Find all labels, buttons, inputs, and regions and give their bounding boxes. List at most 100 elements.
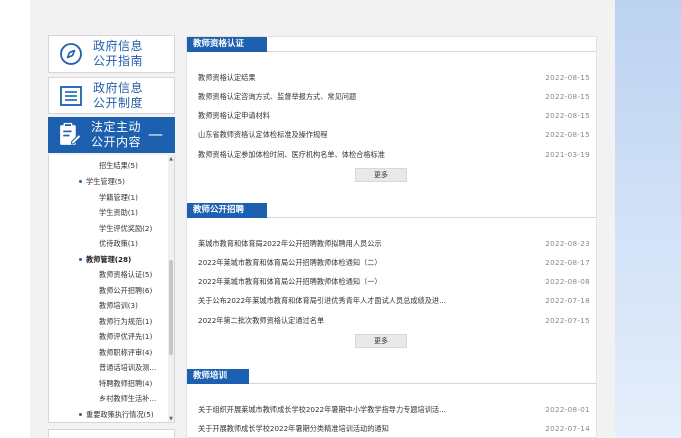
item-date: 2022-08-15 [545, 73, 590, 82]
sidebar-item-label: 法定主动 公开内容 [91, 120, 141, 150]
tree-item-label: 招生结果(5) [99, 161, 138, 170]
item-title-link[interactable]: 关于组织开展莱城市教师成长学校2022年暑期中小学教学指导力专题培训活... [198, 404, 508, 415]
tree-item[interactable]: 教师行为规范(1) [99, 317, 152, 327]
main-content: 教师资格认证 教师资格认定结果 2022-08-15 教师资格认定咨询方式、监督举… [186, 36, 597, 438]
item-date: 2022-07-15 [545, 316, 590, 325]
tree-item-label: 学籍管理(1) [99, 193, 138, 202]
section-header: 教师培训 [187, 369, 596, 384]
item-date: 2022-07-14 [545, 424, 590, 433]
tree-item-label: 普通话培训及测... [99, 363, 157, 372]
list-item[interactable]: 关于公布2022年莱城市教育和体育局引进优秀青年人才面试人员总成绩及进... 20… [198, 295, 590, 306]
sidebar-label-line2: 公开指南 [93, 54, 144, 68]
tree-item-label: 教师职称评审(4) [99, 348, 153, 357]
item-date: 2022-08-23 [545, 239, 590, 248]
sidebar-label-line1: 法定主动 [91, 120, 142, 134]
list-item[interactable]: 教师资格认定咨询方式、监督举报方式、常见问题 2022-08-15 [198, 91, 590, 102]
tree-item[interactable]: 特聘教师招聘(4) [99, 379, 152, 389]
tree-item[interactable]: 教师培训(3) [99, 301, 138, 311]
sidebar-label-line2: 公开内容 [91, 135, 142, 149]
tree-item[interactable]: 招生结果(5) [99, 161, 138, 171]
tree-item[interactable]: 教师公开招聘(6) [99, 286, 152, 296]
section-title[interactable]: 教师公开招聘 [187, 203, 267, 218]
section-header: 教师资格认证 [187, 37, 596, 52]
tree-item-label: 重要政策执行情况(5) [86, 410, 154, 419]
tree-item-label: 学生管理(5) [86, 177, 125, 186]
tree-item[interactable]: 教师资格认证(5) [99, 270, 152, 280]
tree-item-label: 乡村教师生活补... [99, 394, 157, 403]
sidebar-label-line1: 政府信息 [93, 81, 144, 95]
item-date: 2022-08-17 [545, 258, 590, 267]
clipboard-edit-icon [60, 122, 82, 145]
tree-item[interactable]: 优待政策(1) [99, 239, 138, 249]
tree-item-label: 特聘教师招聘(4) [99, 379, 153, 388]
item-title-link[interactable]: 教师资格认定结果 [198, 72, 508, 83]
scroll-up-arrow-icon[interactable]: ▲ [168, 155, 174, 163]
section-title[interactable]: 教师培训 [187, 369, 249, 384]
list-item[interactable]: 2022年第二批次教师资格认定通过名单 2022-07-15 [198, 315, 590, 326]
section-header: 教师公开招聘 [187, 203, 596, 218]
collapse-toggle[interactable]: — [148, 125, 163, 143]
list-item[interactable]: 山东省教师资格认定体检标准及操作规程 2022-08-15 [198, 129, 590, 140]
scrollbar-thumb[interactable] [169, 260, 173, 355]
more-button[interactable]: 更多 [355, 168, 407, 182]
item-date: 2022-08-08 [545, 277, 590, 286]
tree-item[interactable]: 学生评优奖励(2) [99, 224, 152, 234]
list-item[interactable]: 关于组织开展莱城市教师成长学校2022年暑期中小学教学指导力专题培训活... 20… [198, 404, 590, 415]
page-margin-left [0, 0, 30, 438]
tree-item[interactable]: 教师评优评先(1) [99, 332, 152, 342]
tree-item[interactable]: 乡村教师生活补... [99, 394, 156, 404]
tree-item-label: 教师公开招聘(6) [99, 286, 153, 295]
tree-item-label: 教师评优评先(1) [99, 332, 153, 341]
item-title-link[interactable]: 关于开展教师成长学校2022年暑期分类精准培训活动的通知 [198, 423, 508, 434]
list-item[interactable]: 2022年莱城市教育和体育局公开招聘教师体检通知（一） 2022-08-08 [198, 276, 590, 287]
tree-item-expanded[interactable]: 教师管理(28) [79, 255, 131, 265]
item-title-link[interactable]: 2022年莱城市教育和体育局公开招聘教师体检通知（二） [198, 257, 508, 268]
tree-item[interactable]: 重要政策执行情况(5) [79, 410, 154, 420]
item-date: 2022-08-15 [545, 130, 590, 139]
tree-item-label: 学生评优奖励(2) [99, 224, 153, 233]
item-title-link[interactable]: 教师资格认定申请材料 [198, 110, 508, 121]
tree-item-label: 教师培训(3) [99, 301, 138, 310]
item-title-link[interactable]: 2022年莱城市教育和体育局公开招聘教师体检通知（一） [198, 276, 508, 287]
sidebar-label-line2: 公开制度 [93, 96, 144, 110]
scroll-down-arrow-icon[interactable]: ▼ [168, 415, 174, 422]
list-item[interactable]: 2022年莱城市教育和体育局公开招聘教师体检通知（二） 2022-08-17 [198, 257, 590, 268]
tree-item-label: 学生资助(1) [99, 208, 138, 217]
item-title-link[interactable]: 山东省教师资格认定体检标准及操作规程 [198, 129, 508, 140]
list-item[interactable]: 教师资格认定结果 2022-08-15 [198, 72, 590, 83]
page-background-right [615, 0, 681, 438]
tree-item[interactable]: 教师职称评审(4) [99, 348, 152, 358]
item-title-link[interactable]: 莱城市教育和体育局2022年公开招聘教师拟聘用人员公示 [198, 238, 508, 249]
tree-item[interactable]: 学生管理(5) [79, 177, 125, 187]
item-title-link[interactable]: 教师资格认定咨询方式、监督举报方式、常见问题 [198, 91, 508, 102]
sidebar-item-disclosure-system[interactable]: 政府信息 公开制度 [48, 77, 175, 114]
sidebar-item-disclosure-guide[interactable]: 政府信息 公开指南 [48, 35, 175, 73]
list-item[interactable]: 教师资格认定参加体检时间、医疗机构名单、体检合格标准 2021-03-19 [198, 149, 590, 160]
item-title-link[interactable]: 关于公布2022年莱城市教育和体育局引进优秀青年人才面试人员总成绩及进... [198, 295, 508, 306]
sidebar-tree: 招生结果(5) 学生管理(5) 学籍管理(1) 学生资助(1) 学生评优奖励(2… [48, 155, 175, 423]
list-item[interactable]: 关于开展教师成长学校2022年暑期分类精准培训活动的通知 2022-07-14 [198, 423, 590, 434]
tree-bullet [79, 412, 82, 416]
section-title[interactable]: 教师资格认证 [187, 37, 267, 52]
tree-bullet [79, 257, 82, 261]
list-item[interactable]: 莱城市教育和体育局2022年公开招聘教师拟聘用人员公示 2022-08-23 [198, 238, 590, 249]
item-title-link[interactable]: 教师资格认定参加体检时间、医疗机构名单、体检合格标准 [198, 149, 508, 160]
tree-item-label: 优待政策(1) [99, 239, 138, 248]
more-button[interactable]: 更多 [355, 334, 407, 348]
tree-item[interactable]: 学生资助(1) [99, 208, 138, 218]
sidebar-item-statutory-content[interactable]: 法定主动 公开内容 — [48, 117, 175, 153]
tree-item-label: 教师管理(28) [86, 255, 132, 264]
item-date: 2021-03-19 [545, 150, 590, 159]
item-date: 2022-08-15 [545, 92, 590, 101]
list-item[interactable]: 教师资格认定申请材料 2022-08-15 [198, 110, 590, 121]
sidebar-item-label: 政府信息 公开指南 [93, 39, 143, 69]
tree-item[interactable]: 学籍管理(1) [99, 193, 138, 203]
item-title-link[interactable]: 2022年第二批次教师资格认定通过名单 [198, 315, 508, 326]
document-list-icon [60, 86, 82, 106]
sidebar-label-line1: 政府信息 [93, 39, 144, 53]
compass-icon [60, 43, 82, 65]
item-date: 2022-08-01 [545, 405, 590, 414]
sidebar-scrollbar[interactable]: ▲ ▼ [168, 155, 174, 422]
tree-item[interactable]: 普通话培训及测... [99, 363, 156, 373]
tree-bullet [79, 179, 82, 183]
